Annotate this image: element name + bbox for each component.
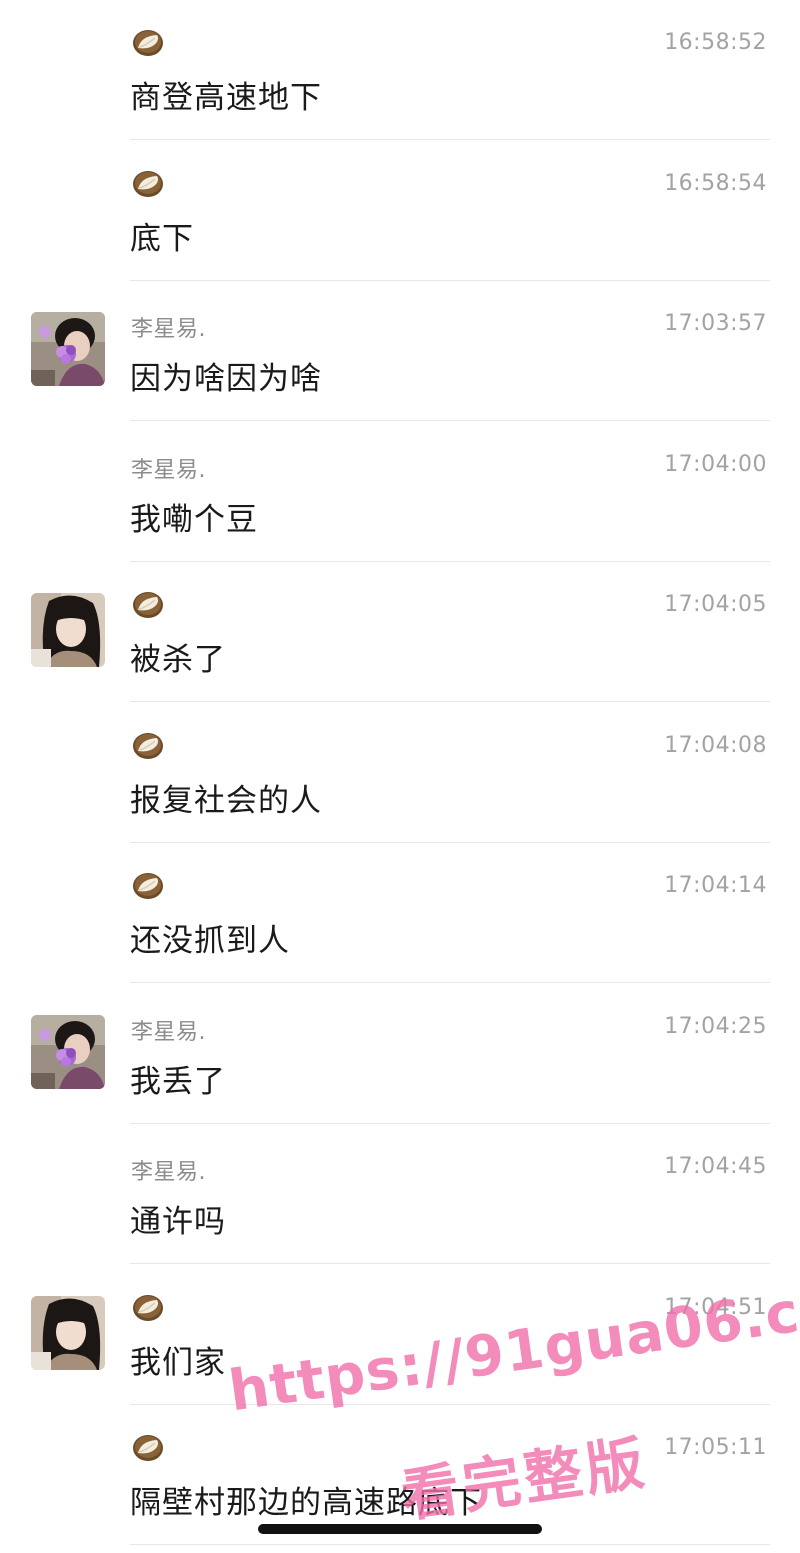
message-row[interactable]: 16:58:52 商登高速地下 bbox=[0, 0, 800, 140]
message-timestamp: 17:04:25 bbox=[664, 1013, 767, 1039]
coconut-icon bbox=[131, 731, 165, 761]
sender-name: 李星易. bbox=[131, 1160, 206, 1185]
sender-name: 李星易. bbox=[131, 1019, 206, 1045]
message-timestamp: 17:04:08 bbox=[664, 732, 767, 758]
message-row[interactable]: 17:04:08 报复社会的人 bbox=[0, 703, 800, 843]
coconut-icon bbox=[131, 169, 165, 199]
avatar[interactable] bbox=[31, 312, 105, 386]
message-row[interactable]: 17:04:05 被杀了 bbox=[0, 562, 800, 702]
message-text: 还没抓到人 bbox=[130, 923, 290, 959]
message-text: 我嘞个豆 bbox=[130, 501, 258, 538]
message-text: 我们家 bbox=[130, 1344, 226, 1381]
message-timestamp: 17:04:51 bbox=[664, 1294, 767, 1320]
message-text: 隔壁村那边的高速路底下 bbox=[130, 1485, 482, 1521]
message-text: 商登高速地下 bbox=[130, 80, 322, 116]
message-timestamp: 16:58:54 bbox=[664, 170, 767, 196]
coconut-icon bbox=[131, 1433, 165, 1463]
sender-name: 李星易. bbox=[131, 317, 206, 342]
home-indicator[interactable] bbox=[258, 1524, 542, 1534]
message-row[interactable]: 李星易. 17:04:45 通许吗 bbox=[0, 1124, 800, 1264]
message-timestamp: 16:58:52 bbox=[664, 30, 767, 55]
message-row[interactable]: 17:04:51 我们家 bbox=[0, 1265, 800, 1405]
coconut-icon bbox=[131, 1293, 165, 1323]
message-timestamp: 17:04:00 bbox=[664, 451, 767, 477]
message-row[interactable]: 李星易. 17:03:57 因为啥因为啥 bbox=[0, 281, 800, 421]
coconut-icon bbox=[131, 28, 165, 58]
avatar[interactable] bbox=[31, 1014, 105, 1089]
message-timestamp: 17:04:45 bbox=[664, 1154, 767, 1179]
message-text: 底下 bbox=[130, 220, 194, 257]
avatar[interactable] bbox=[31, 1295, 105, 1370]
message-row[interactable]: 16:58:54 底下 bbox=[0, 141, 800, 281]
message-row[interactable]: 李星易. 17:04:00 我嘞个豆 bbox=[0, 422, 800, 562]
message-timestamp: 17:05:11 bbox=[664, 1435, 767, 1460]
message-text: 因为啥因为啥 bbox=[130, 361, 322, 397]
message-text: 通许吗 bbox=[130, 1204, 226, 1240]
message-timestamp: 17:03:57 bbox=[664, 311, 767, 336]
coconut-icon bbox=[131, 590, 165, 620]
message-text: 被杀了 bbox=[130, 642, 226, 678]
message-row[interactable]: 17:04:14 还没抓到人 bbox=[0, 843, 800, 983]
sender-name: 李星易. bbox=[131, 457, 206, 483]
message-text: 报复社会的人 bbox=[130, 782, 322, 819]
coconut-icon bbox=[131, 871, 165, 901]
avatar[interactable] bbox=[31, 593, 105, 667]
message-timestamp: 17:04:14 bbox=[664, 873, 767, 898]
row-divider bbox=[130, 1544, 770, 1545]
message-timestamp: 17:04:05 bbox=[664, 592, 767, 617]
chat-screen: 16:58:52 商登高速地下 16:58:54 底下 李星易. 17:03:57 因为… bbox=[0, 0, 800, 1553]
message-row[interactable]: 李星易. 17:04:25 我丢了 bbox=[0, 984, 800, 1124]
message-text: 我丢了 bbox=[130, 1063, 226, 1100]
